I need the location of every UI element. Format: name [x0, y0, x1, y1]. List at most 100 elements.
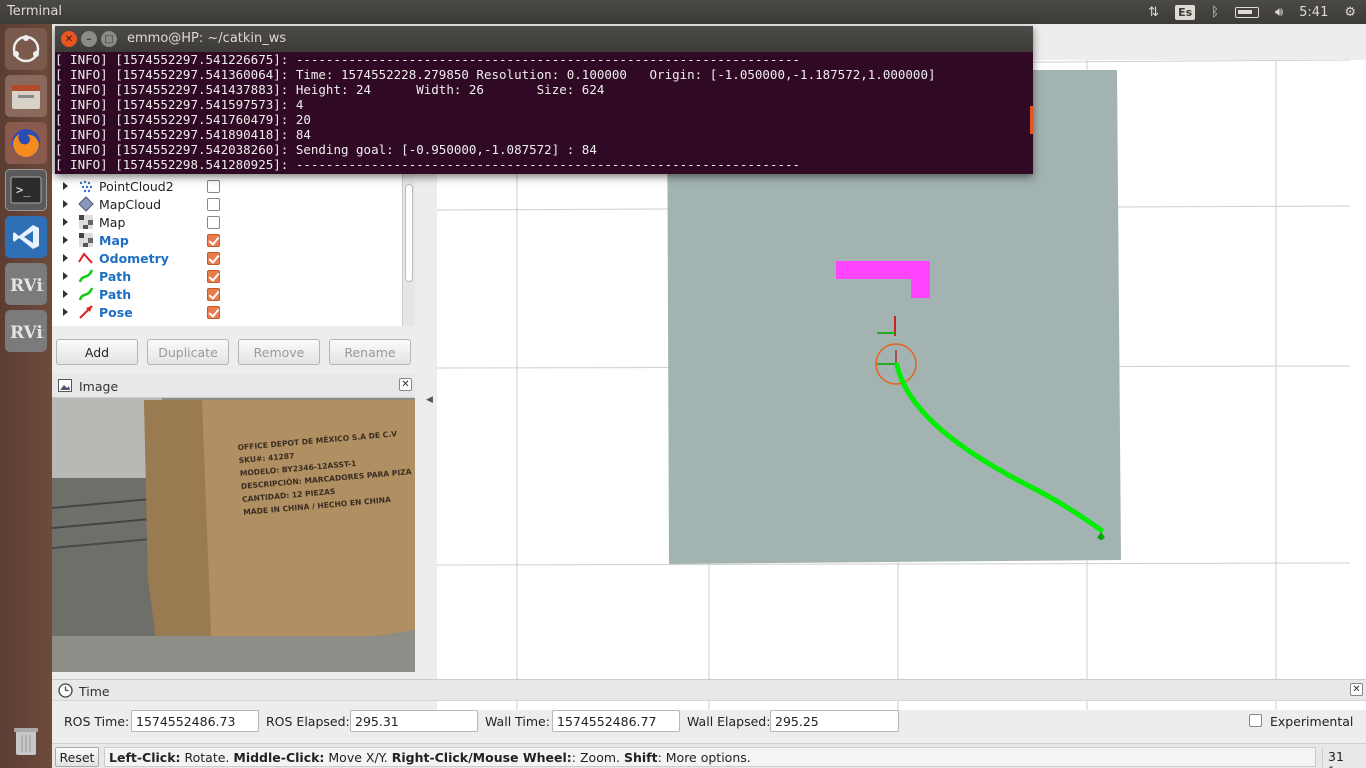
network-icon[interactable]: ⇅: [1148, 5, 1159, 20]
wall-elapsed-field[interactable]: 295.25: [770, 710, 899, 732]
goal-marker: [1098, 534, 1104, 540]
display-enable-checkbox[interactable]: [207, 233, 220, 247]
display-row[interactable]: Pose: [52, 303, 402, 321]
expand-arrow-icon[interactable]: [63, 308, 68, 316]
display-label: Path: [99, 286, 132, 302]
display-enable-checkbox[interactable]: [207, 197, 220, 211]
launcher: >_ RViz RViz: [0, 24, 52, 768]
expand-arrow-icon[interactable]: [63, 200, 68, 208]
experimental-checkbox[interactable]: [1249, 714, 1262, 727]
bluetooth-icon[interactable]: ᛒ: [1211, 5, 1219, 20]
add-display-button[interactable]: Add: [56, 339, 138, 365]
map-icon: [79, 233, 93, 247]
terminal-output[interactable]: [ INFO] [1574552297.541226675]: --------…: [55, 52, 1033, 174]
image-icon: [58, 379, 72, 392]
time-panel-header: Time ✕: [52, 679, 1366, 701]
expand-arrow-icon[interactable]: [63, 254, 68, 262]
display-enable-checkbox[interactable]: [207, 215, 220, 229]
settings-gear-icon[interactable]: ⚙: [1344, 5, 1356, 20]
battery-icon[interactable]: [1234, 6, 1259, 18]
expand-arrow-icon[interactable]: [63, 182, 68, 190]
keyboard-layout-indicator[interactable]: Es: [1175, 4, 1196, 20]
terminal-window[interactable]: ✕ – □ emmo@HP: ~/catkin_ws [ INFO] [1574…: [55, 26, 1033, 174]
terminal-line: [ INFO] [1574552297.541760479]: 20: [55, 112, 311, 127]
wall-time-label: Wall Time:: [485, 714, 550, 729]
status-hint: Left-Click: Rotate. Middle-Click: Move X…: [104, 747, 1316, 767]
display-row[interactable]: Map: [52, 231, 402, 249]
close-window-button[interactable]: ✕: [61, 31, 77, 47]
camera-image-scene: OFFICE DEPOT DE MÉXICO S.A DE C.V SKU#: …: [52, 398, 415, 672]
display-label: MapCloud: [99, 196, 162, 212]
close-icon[interactable]: ✕: [399, 378, 412, 391]
display-label: Map: [99, 232, 129, 248]
duplicate-display-button[interactable]: Duplicate: [147, 339, 229, 365]
dash-home-icon[interactable]: [5, 28, 47, 70]
pose-icon: [79, 305, 93, 319]
top-panel: Terminal ⇅ Es ᛒ 🔊︎ 5:41 ⚙: [0, 0, 1366, 24]
display-label: PointCloud2: [99, 178, 174, 194]
terminal-line: [ INFO] [1574552297.541226675]: --------…: [55, 52, 801, 67]
ros-time-field[interactable]: 1574552486.73: [131, 710, 259, 732]
expand-arrow-icon[interactable]: [63, 218, 68, 226]
display-enable-checkbox[interactable]: [207, 305, 220, 319]
map-icon: [79, 215, 93, 229]
display-enable-checkbox[interactable]: [207, 269, 220, 283]
terminal-line: [ INFO] [1574552298.541280925]: --------…: [55, 157, 801, 172]
rviz-icon[interactable]: RViz: [5, 263, 47, 305]
maximize-window-button[interactable]: □: [101, 31, 117, 47]
rviz-label: RViz: [10, 276, 44, 296]
terminal-line: [ INFO] [1574552297.541890418]: 84: [55, 127, 311, 142]
ros-time-label: ROS Time:: [64, 714, 130, 729]
vscode-icon[interactable]: [5, 216, 47, 258]
active-app-title: Terminal: [7, 4, 62, 19]
terminal-icon[interactable]: >_: [5, 169, 47, 211]
clock-icon: [58, 683, 73, 698]
odometry-icon: [78, 252, 93, 264]
display-row[interactable]: Odometry: [52, 249, 402, 267]
display-enable-checkbox[interactable]: [207, 251, 220, 265]
display-row[interactable]: PointCloud2: [52, 177, 402, 195]
ros-elapsed-label: ROS Elapsed:: [266, 714, 350, 729]
mapcloud-icon: [78, 196, 94, 212]
display-label: Pose: [99, 304, 133, 320]
svg-text:>_: >_: [16, 183, 31, 197]
time-panel-title: Time: [79, 684, 110, 699]
close-icon[interactable]: ✕: [1350, 683, 1363, 696]
display-label: Map: [99, 214, 126, 230]
display-enable-checkbox[interactable]: [207, 179, 220, 193]
clock[interactable]: 5:41: [1299, 5, 1328, 20]
reset-button[interactable]: Reset: [55, 747, 99, 767]
terminal-line: [ INFO] [1574552297.541360064]: Time: 15…: [55, 67, 936, 82]
displays-scrollbar[interactable]: [402, 174, 415, 326]
display-row[interactable]: Map: [52, 213, 402, 231]
rviz-icon[interactable]: RViz: [5, 310, 47, 352]
rviz-label: RViz: [10, 323, 44, 343]
image-panel-header: Image ✕: [52, 374, 415, 398]
pointcloud-icon: [79, 180, 93, 193]
experimental-label: Experimental: [1270, 714, 1354, 729]
wall-time-field[interactable]: 1574552486.77: [552, 710, 680, 732]
ros-elapsed-field[interactable]: 295.31: [350, 710, 478, 732]
firefox-icon[interactable]: [5, 122, 47, 164]
display-row[interactable]: Path: [52, 285, 402, 303]
files-icon[interactable]: [5, 75, 47, 117]
camera-image: OFFICE DEPOT DE MÉXICO S.A DE C.V SKU#: …: [52, 398, 415, 672]
display-enable-checkbox[interactable]: [207, 287, 220, 301]
remove-display-button[interactable]: Remove: [238, 339, 320, 365]
terminal-scrollbar[interactable]: [1030, 106, 1033, 134]
path-icon: [78, 287, 94, 301]
terminal-line: [ INFO] [1574552297.542038260]: Sending …: [55, 142, 597, 157]
expand-arrow-icon[interactable]: [63, 236, 68, 244]
display-row[interactable]: Path: [52, 267, 402, 285]
trash-icon[interactable]: [5, 720, 47, 762]
display-row[interactable]: MapCloud: [52, 195, 402, 213]
rename-display-button[interactable]: Rename: [329, 339, 411, 365]
left-collapse-arrow-icon[interactable]: ◀: [426, 395, 433, 405]
expand-arrow-icon[interactable]: [63, 272, 68, 280]
expand-arrow-icon[interactable]: [63, 290, 68, 298]
terminal-line: [ INFO] [1574552297.541437883]: Height: …: [55, 82, 605, 97]
desktop: Terminal ⇅ Es ᛒ 🔊︎ 5:41 ⚙ >_ RViz: [0, 0, 1366, 768]
volume-icon[interactable]: 🔊︎: [1275, 5, 1283, 20]
minimize-window-button[interactable]: –: [81, 31, 97, 47]
terminal-titlebar[interactable]: ✕ – □ emmo@HP: ~/catkin_ws: [55, 26, 1033, 52]
